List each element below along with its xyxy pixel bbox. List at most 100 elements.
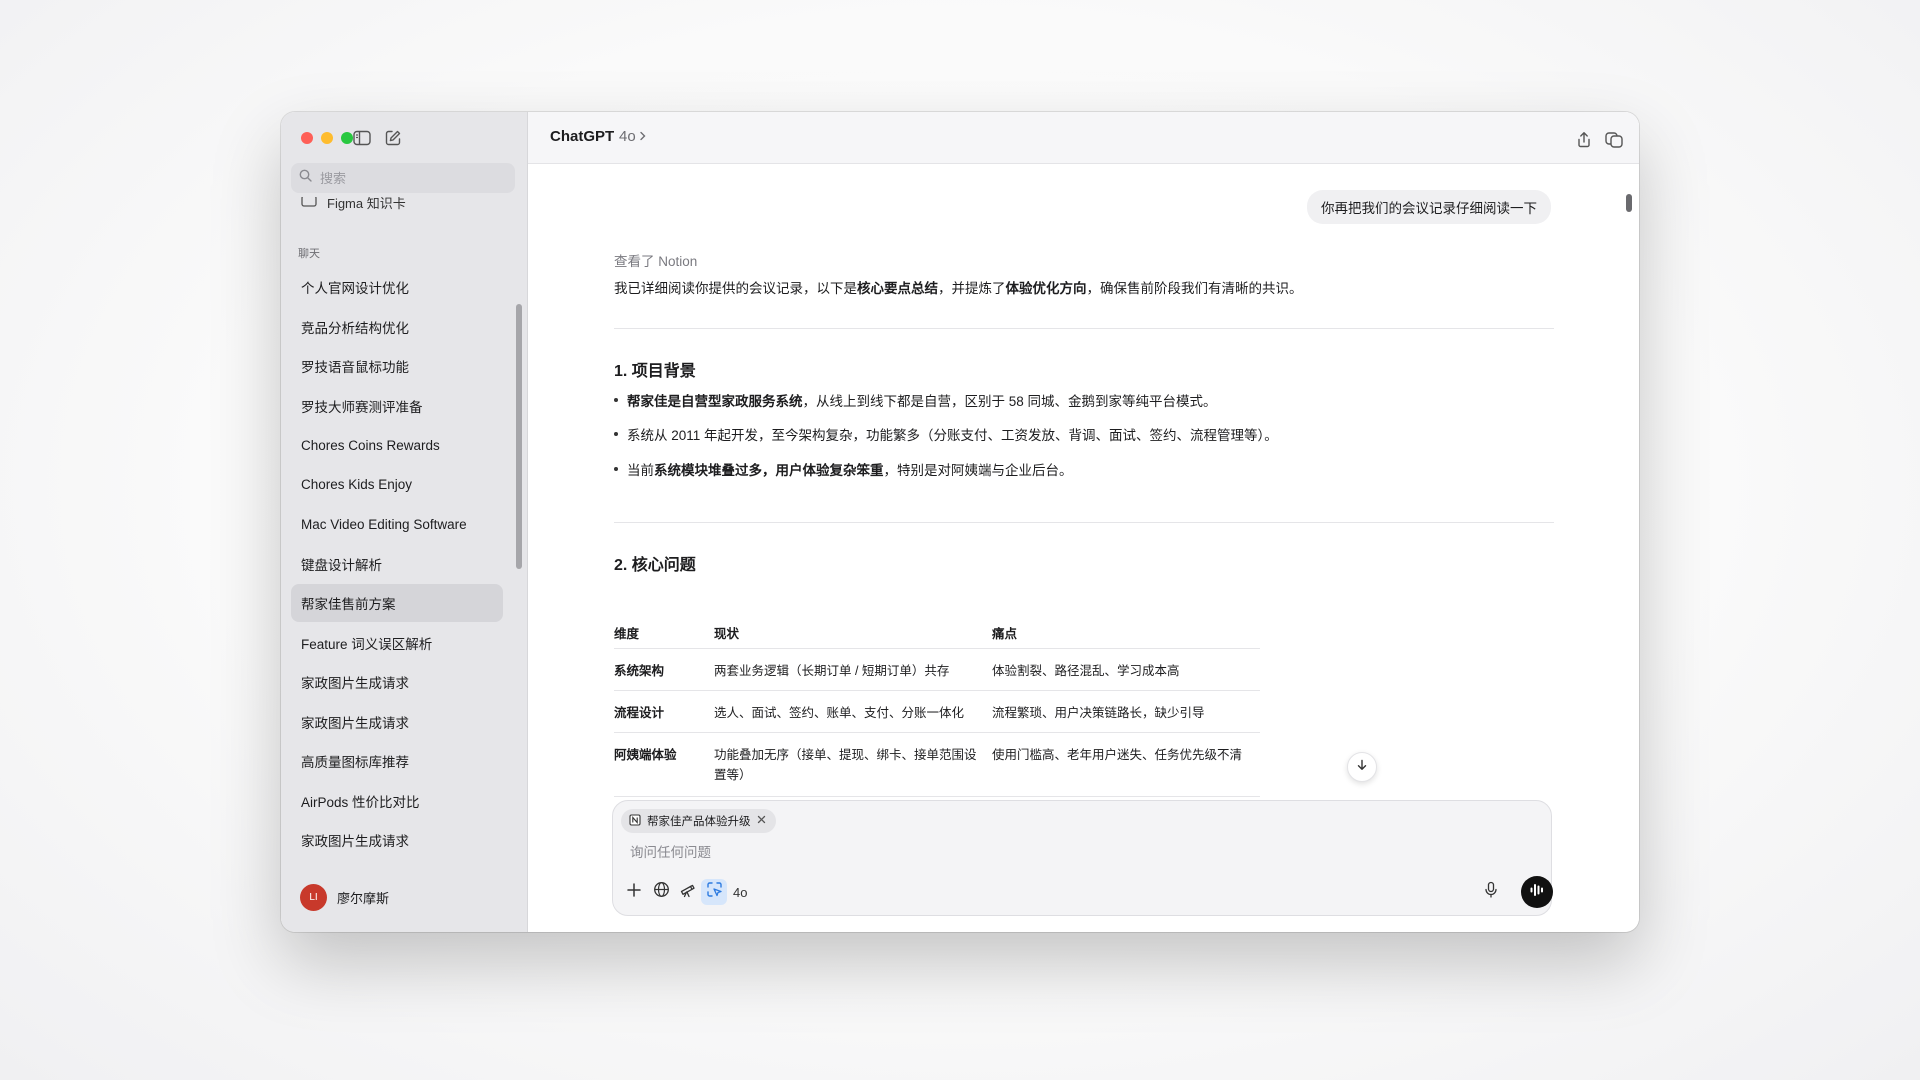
list-item: 系统从 2011 年起开发，至今架构复杂，功能繁多（分账支付、工资发放、背调、面… bbox=[614, 424, 1278, 444]
new-window-icon[interactable] bbox=[1601, 126, 1627, 152]
new-chat-icon[interactable] bbox=[381, 126, 405, 150]
add-attachment-button[interactable] bbox=[621, 879, 647, 905]
message-input[interactable] bbox=[628, 844, 1512, 861]
window-controls bbox=[301, 132, 353, 144]
plus-icon bbox=[626, 882, 642, 903]
main-panel: ChatGPT 4o 你再把我们的会议记录仔细阅读一下 查看了 Notion 我… bbox=[528, 112, 1639, 932]
sidebar-chat-item[interactable]: 帮家佳售前方案 bbox=[291, 584, 503, 622]
problems-table: 维度 现状 痛点 系统架构 两套业务逻辑（长期订单 / 短期订单）共存 体验割裂… bbox=[614, 616, 1260, 797]
table-row: 阿姨端体验 功能叠加无序（接单、提现、绑卡、接单范围设置等） 使用门槛高、老年用… bbox=[614, 733, 1260, 797]
list-item: 帮家佳是自营型家政服务系统 ，从线上到线下都是自营，区别于 58 同城、金鹅到家等… bbox=[614, 390, 1217, 410]
intro-text: ，并提炼了 bbox=[938, 281, 1006, 296]
bullet-dot bbox=[614, 467, 618, 471]
sidebar-chat-item[interactable]: 竞品分析结构优化 bbox=[291, 308, 503, 346]
assistant-intro: 我已详细阅读你提供的会议记录，以下是核心要点总结，并提炼了体验优化方向，确保售前… bbox=[614, 277, 1303, 297]
sidebar-chat-item[interactable]: 家政图片生成请求 bbox=[291, 703, 503, 741]
cursor-select-icon bbox=[706, 881, 723, 903]
bullet-text: ，特别是对阿姨端与企业后台。 bbox=[883, 463, 1073, 478]
dictate-button[interactable] bbox=[1480, 881, 1502, 903]
search-input[interactable] bbox=[318, 169, 502, 187]
screen-context-button[interactable] bbox=[701, 879, 727, 905]
app-window: Figma 知识卡 聊天 个人官网设计优化竞品分析结构优化罗技语音鼠标功能罗技大… bbox=[281, 112, 1639, 932]
sidebar-chat-item[interactable]: Chores Kids Enjoy bbox=[291, 466, 503, 504]
web-search-button[interactable] bbox=[648, 879, 674, 905]
avatar: LI bbox=[300, 884, 327, 911]
sidebar-chat-item[interactable]: 高质量图标库推荐 bbox=[291, 742, 503, 780]
sidebar-chat-item[interactable]: Mac Video Editing Software bbox=[291, 505, 503, 543]
intro-bold: 核心要点总结 bbox=[857, 281, 938, 296]
table-row: 流程设计 选人、面试、签约、账单、支付、分账一体化 流程繁琐、用户决策链路长，缺… bbox=[614, 691, 1260, 733]
title-bar: ChatGPT 4o bbox=[528, 112, 1639, 164]
telescope-icon bbox=[679, 881, 696, 903]
sidebar-chat-item[interactable]: AirPods 性价比对比 bbox=[291, 782, 503, 820]
scroll-to-bottom-button[interactable] bbox=[1347, 752, 1377, 782]
sidebar-chat-item[interactable]: 罗技语音鼠标功能 bbox=[291, 347, 503, 385]
divider bbox=[614, 328, 1554, 329]
user-message: 你再把我们的会议记录仔细阅读一下 bbox=[1307, 190, 1551, 224]
intro-bold: 体验优化方向 bbox=[1005, 281, 1087, 296]
section-heading: 1. 项目背景 bbox=[614, 363, 696, 380]
bullet-text: ，从线上到线下都是自营，区别于 58 同城、金鹅到家等纯平台模式。 bbox=[802, 394, 1217, 409]
card-icon bbox=[301, 197, 317, 210]
bullet-text: 系统从 2011 年起开发，至今架构复杂，功能繁多（分账支付、工资发放、背调、面… bbox=[627, 428, 1278, 443]
model-selector[interactable]: 4o bbox=[619, 128, 647, 145]
intro-text: 我已详细阅读你提供的会议记录，以下是 bbox=[614, 281, 857, 296]
remove-attachment-icon[interactable] bbox=[757, 815, 766, 827]
sidebar-toggle-icon[interactable] bbox=[350, 126, 374, 150]
attachment-chip[interactable]: 帮家佳产品体验升级 bbox=[621, 809, 776, 833]
pinned-item[interactable]: Figma 知识卡 bbox=[301, 197, 406, 213]
sidebar-chat-item[interactable]: 键盘设计解析 bbox=[291, 545, 503, 583]
sidebar-chat-item[interactable]: Feature 词义误区解析 bbox=[291, 624, 503, 662]
table-row: 系统架构 两套业务逻辑（长期订单 / 短期订单）共存 体验割裂、路径混乱、学习成… bbox=[614, 649, 1260, 691]
chat-list: 个人官网设计优化 竞品分析结构优化 罗技语音鼠标功能 罗技大师赛测评准备 Chores … bbox=[291, 268, 503, 861]
table-header-cell: 维度 bbox=[614, 626, 640, 641]
table-cell: 选人、面试、签约、账单、支付、分账一体化 bbox=[714, 706, 965, 720]
chats-section-label: 聊天 bbox=[298, 248, 320, 260]
pinned-item-label: Figma 知识卡 bbox=[327, 197, 406, 211]
table-header-cell: 现状 bbox=[714, 626, 740, 641]
sidebar-chat-item[interactable]: 罗技大师赛测评准备 bbox=[291, 387, 503, 425]
table-header-row: 维度 现状 痛点 bbox=[614, 616, 1260, 649]
table-cell: 流程设计 bbox=[614, 706, 665, 720]
model-label[interactable]: 4o bbox=[733, 885, 747, 900]
search-box[interactable] bbox=[291, 163, 515, 193]
table-cell: 系统架构 bbox=[614, 664, 665, 678]
microphone-icon bbox=[1484, 881, 1498, 903]
viewed-source[interactable]: 查看了 Notion bbox=[614, 250, 697, 270]
sidebar-chat-item[interactable]: 家政图片生成请求 bbox=[291, 663, 503, 701]
bullet-dot bbox=[614, 432, 618, 436]
arrow-down-icon bbox=[1356, 758, 1368, 776]
attachment-label: 帮家佳产品体验升级 bbox=[647, 816, 751, 828]
divider bbox=[614, 522, 1554, 523]
chevron-right-icon bbox=[639, 128, 647, 145]
bullet-text: 当前 bbox=[627, 463, 654, 478]
list-item: 当前 系统模块堆叠过多，用户体验复杂笨重 ，特别是对阿姨端与企业后台。 bbox=[614, 459, 1073, 479]
user-profile[interactable]: LI 廖尔摩斯 bbox=[300, 884, 389, 911]
sidebar-chat-item[interactable]: Chores Coins Rewards bbox=[291, 426, 503, 464]
sidebar-chat-item[interactable]: 家政图片生成请求 bbox=[291, 821, 503, 859]
table-cell: 阿姨端体验 bbox=[614, 748, 677, 762]
sidebar: Figma 知识卡 聊天 个人官网设计优化竞品分析结构优化罗技语音鼠标功能罗技大… bbox=[281, 112, 528, 932]
sidebar-scrollbar[interactable] bbox=[516, 304, 522, 569]
intro-text: ，确保售前阶段我们有清晰的共识。 bbox=[1086, 281, 1303, 296]
table-cell: 功能叠加无序（接单、提现、绑卡、接单范围设置等） bbox=[714, 748, 977, 782]
table-header-cell: 痛点 bbox=[992, 626, 1018, 641]
table-cell: 体验割裂、路径混乱、学习成本高 bbox=[992, 664, 1180, 678]
model-name: 4o bbox=[619, 128, 636, 145]
tools-button[interactable] bbox=[674, 879, 700, 905]
bullet-dot bbox=[614, 398, 618, 402]
close-window-button[interactable] bbox=[301, 132, 313, 144]
minimize-window-button[interactable] bbox=[321, 132, 333, 144]
conversation-area: 你再把我们的会议记录仔细阅读一下 查看了 Notion 我已详细阅读你提供的会议… bbox=[528, 164, 1639, 904]
voice-mode-button[interactable] bbox=[1521, 876, 1553, 908]
user-name: 廖尔摩斯 bbox=[337, 891, 390, 906]
notion-icon bbox=[629, 813, 641, 829]
section-heading: 2. 核心问题 bbox=[614, 557, 696, 574]
app-title: ChatGPT bbox=[550, 128, 615, 145]
table-cell: 使用门槛高、老年用户迷失、任务优先级不清 bbox=[992, 748, 1243, 762]
sidebar-chat-item[interactable]: 个人官网设计优化 bbox=[291, 268, 503, 306]
share-icon[interactable] bbox=[1571, 126, 1597, 152]
bullet-bold: 系统模块堆叠过多，用户体验复杂笨重 bbox=[654, 463, 884, 478]
voice-waveform-icon bbox=[1529, 882, 1545, 903]
conversation-scrollbar[interactable] bbox=[1626, 194, 1632, 212]
